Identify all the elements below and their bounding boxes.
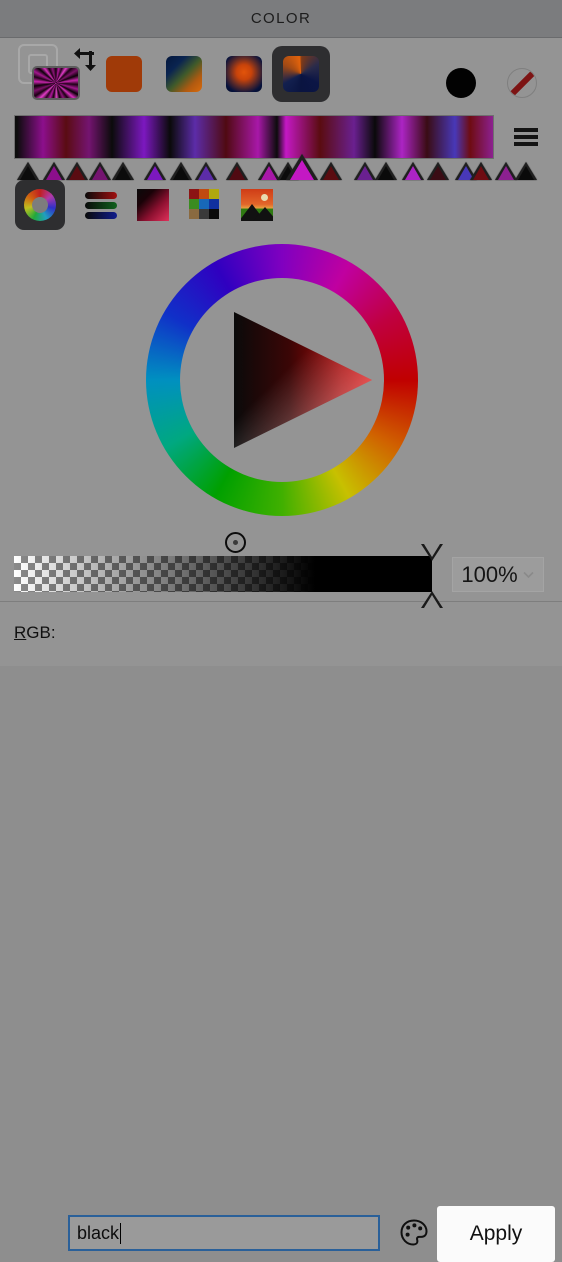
footer-bar: RGB: black Apply [0, 601, 562, 1262]
gradient-strip-area [0, 110, 562, 180]
gradient-type-linear[interactable] [155, 46, 213, 102]
color-dialog: COLOR 100% RGB: black Apply [0, 0, 562, 1262]
palette-grid-cell [189, 199, 199, 209]
tab-palette[interactable] [180, 180, 230, 230]
sliders-icon [85, 189, 117, 221]
palette-grid-cell [199, 209, 209, 219]
mountain-shape-2 [253, 207, 273, 221]
palette-grid-cell [199, 199, 209, 209]
window-title: COLOR [250, 10, 312, 27]
rgb-label-mnemonic: R [14, 623, 27, 642]
color-wheel-icon [24, 189, 56, 221]
opacity-handle-top[interactable] [421, 544, 443, 561]
color-wheel-area [0, 234, 562, 553]
palette-grid-cell [189, 209, 199, 219]
swatch-toolbar [0, 38, 562, 110]
no-color-slash [508, 69, 536, 97]
gradient-preview-strip[interactable] [14, 115, 494, 159]
menu-bar-3 [514, 142, 538, 146]
rgb-label-rest: GB: [26, 623, 56, 642]
tab-image[interactable] [232, 180, 282, 230]
tab-sliders[interactable] [76, 180, 126, 230]
palette-grid-cell [209, 199, 219, 209]
palette-grid-icon [189, 189, 219, 219]
opacity-handle-bottom[interactable] [421, 591, 443, 608]
gradient-preview-linear [166, 56, 202, 92]
image-picker-icon [241, 189, 273, 221]
gradient-preview-solid [106, 56, 142, 92]
palette-icon[interactable] [399, 1218, 429, 1248]
palette-grid-cell [189, 189, 199, 199]
gradient-preview-radial [226, 56, 262, 92]
gradient-menu-icon[interactable] [514, 128, 538, 146]
opacity-slider[interactable] [14, 556, 432, 592]
chevron-down-icon [522, 568, 535, 581]
gradient-stops [0, 154, 562, 180]
gradient-stop-fill [290, 160, 314, 180]
rgb-input[interactable]: black [68, 1215, 380, 1251]
gradient-preview-conical [283, 56, 319, 92]
palette-grid-cell [209, 209, 219, 219]
rgb-input-value: black [77, 1222, 120, 1243]
opacity-area: 100% [0, 539, 562, 608]
gradient-type-radial[interactable] [215, 46, 273, 102]
gradient-type-solid[interactable] [95, 46, 153, 102]
foreground-background-pair [16, 42, 96, 106]
no-color-button[interactable] [507, 68, 537, 98]
mode-tabs [0, 178, 562, 234]
black-color-button[interactable] [446, 68, 476, 98]
tab-color-square[interactable] [128, 180, 178, 230]
palette-grid-cell [199, 189, 209, 199]
menu-bar-2 [514, 135, 538, 139]
menu-bar-1 [514, 128, 538, 132]
sun-shape [261, 194, 268, 201]
palette-grid-cell [209, 189, 219, 199]
rgb-label: RGB: [14, 623, 56, 643]
opacity-value: 100% [461, 561, 518, 587]
color-cursor[interactable] [225, 532, 246, 553]
apply-button[interactable]: Apply [437, 1206, 555, 1262]
title-bar: COLOR [0, 0, 562, 38]
color-square-icon [137, 189, 169, 221]
gradient-type-conical[interactable] [272, 46, 330, 102]
opacity-dropdown[interactable]: 100% [452, 557, 544, 592]
gradient-stop[interactable] [286, 154, 318, 180]
tab-color-wheel[interactable] [15, 180, 65, 230]
text-caret [120, 1222, 122, 1244]
